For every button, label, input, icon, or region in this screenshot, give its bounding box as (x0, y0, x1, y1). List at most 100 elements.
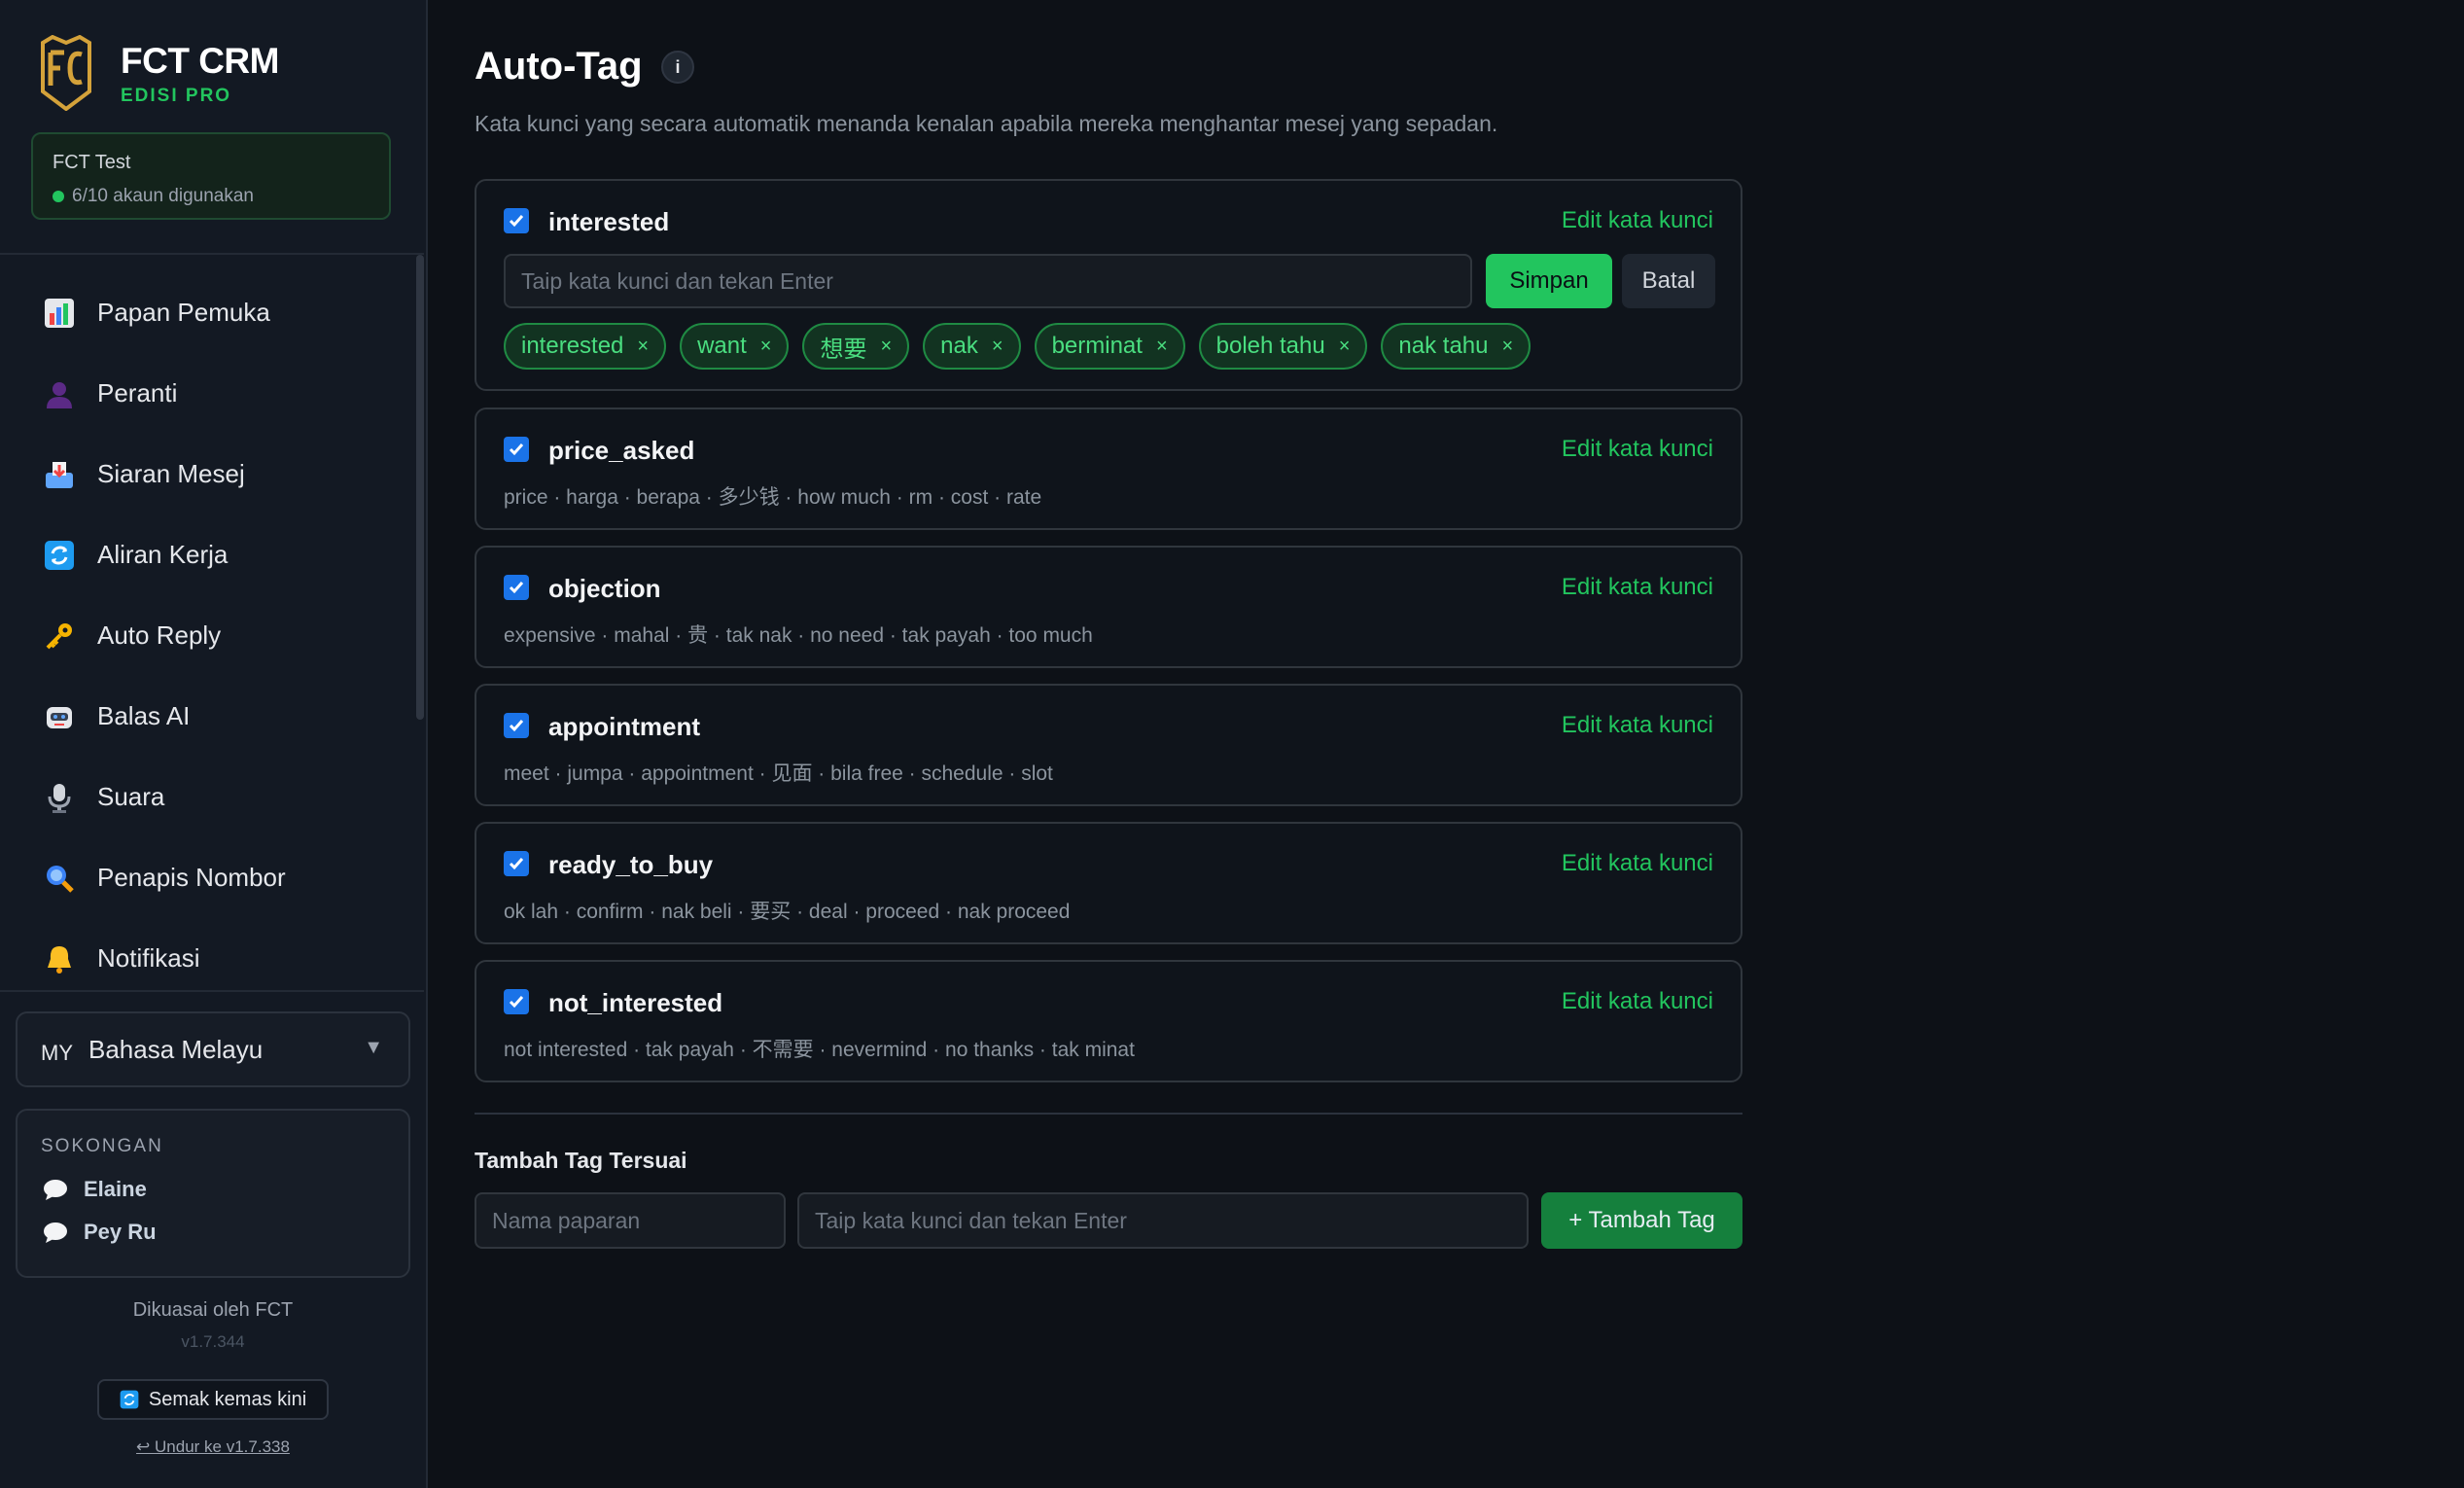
tag-enabled-checkbox[interactable] (504, 437, 529, 462)
tag-name: not_interested (548, 988, 723, 1017)
sidebar-item-aliran-kerja[interactable]: Aliran Kerja (0, 514, 418, 595)
tag-enabled-checkbox[interactable] (504, 575, 529, 600)
chevron-down-icon: ▼ (364, 1037, 383, 1058)
keyword-chip: interested × (504, 323, 667, 370)
support-contact-pey-ru[interactable]: Pey Ru (43, 1220, 157, 1245)
remove-chip-icon[interactable]: × (760, 336, 772, 358)
sidebar-item-penapis-nombor[interactable]: Penapis Nombor (0, 837, 418, 918)
robot-icon (43, 700, 76, 733)
keyword-chip-label: nak (940, 333, 978, 359)
brand-name: FCT CRM (121, 41, 279, 81)
remove-chip-icon[interactable]: × (1502, 336, 1514, 358)
tag-keywords: ok lah · confirm · nak beli · 要买 · deal … (504, 901, 1071, 923)
display-name-input[interactable] (475, 1192, 786, 1249)
support-box: SOKONGAN Elaine Pey Ru (16, 1109, 410, 1278)
tag-enabled-checkbox[interactable] (504, 851, 529, 876)
add-tag-button[interactable]: + Tambah Tag (1541, 1192, 1742, 1249)
cancel-button[interactable]: Batal (1622, 254, 1715, 308)
brand-edition: EDISI PRO (121, 86, 232, 106)
account-usage: 6/10 akaun digunakan (53, 186, 254, 207)
checkmark-icon (509, 582, 524, 594)
language-select[interactable]: MY Bahasa Melayu ▼ (16, 1011, 410, 1087)
keyword-chip-label: boleh tahu (1215, 333, 1325, 359)
edit-keywords-link[interactable]: Edit kata kunci (1562, 436, 1713, 463)
refresh-arrows-icon (43, 539, 76, 572)
checkmark-icon (509, 858, 524, 870)
rollback-link[interactable]: ↩ Undur ke v1.7.338 (0, 1437, 426, 1457)
custom-tag-title: Tambah Tag Tersuai (475, 1148, 687, 1173)
sidebar-item-label: Peranti (97, 378, 178, 407)
chat-bubble-icon (44, 1222, 67, 1243)
edit-keywords-link[interactable]: Edit kata kunci (1562, 207, 1713, 234)
key-icon (43, 620, 76, 653)
tag-enabled-checkbox[interactable] (504, 989, 529, 1014)
tag-keywords: expensive · mahal · 贵 · tak nak · no nee… (504, 624, 1093, 647)
tag-keywords: meet · jumpa · appointment · 见面 · bila f… (504, 762, 1053, 785)
account-name: FCT Test (53, 152, 131, 173)
edit-keywords-link[interactable]: Edit kata kunci (1562, 988, 1713, 1015)
edit-keywords-link[interactable]: Edit kata kunci (1562, 712, 1713, 739)
tag-card-not-interested: not_interested Edit kata kunci not inter… (475, 960, 1742, 1082)
account-box[interactable]: FCT Test 6/10 akaun digunakan (31, 132, 391, 220)
remove-chip-icon[interactable]: × (1156, 336, 1168, 358)
language-name: Bahasa Melayu (88, 1034, 264, 1064)
sidebar-item-label: Penapis Nombor (97, 863, 286, 892)
sidebar-item-siaran-mesej[interactable]: Siaran Mesej (0, 434, 418, 514)
page-subtitle: Kata kunci yang secara automatik menanda… (475, 111, 1498, 136)
powered-by: Dikuasai oleh FCT (132, 1299, 294, 1321)
status-dot-icon (53, 191, 64, 202)
sidebar-item-label: Balas AI (97, 701, 191, 730)
sidebar-item-suara[interactable]: Suara (0, 757, 418, 837)
tag-name: ready_to_buy (548, 850, 714, 879)
sidebar-item-papan-pemuka[interactable]: Papan Pemuka (0, 272, 418, 353)
sidebar-item-peranti[interactable]: Peranti (0, 353, 418, 434)
sidebar-item-label: Papan Pemuka (97, 298, 270, 327)
custom-keyword-input[interactable] (797, 1192, 1529, 1249)
edit-keywords-link[interactable]: Edit kata kunci (1562, 850, 1713, 877)
checkmark-icon (509, 720, 524, 732)
bar-chart-icon (43, 297, 76, 330)
tag-keywords: not interested · tak payah · 不需要 · never… (504, 1039, 1135, 1061)
tag-enabled-checkbox[interactable] (504, 208, 529, 233)
sidebar-item-label: Aliran Kerja (97, 540, 229, 569)
language-code: MY (41, 1041, 73, 1065)
user-silhouette-icon (43, 377, 76, 410)
support-contact-name: Elaine (84, 1177, 147, 1201)
sidebar-nav: Papan Pemuka Peranti Siaran Mesej Aliran… (0, 272, 418, 999)
remove-chip-icon[interactable]: × (880, 336, 892, 358)
keyword-chip: berminat × (1034, 323, 1185, 370)
remove-chip-icon[interactable]: × (1339, 336, 1351, 358)
keyword-chip-label: 想要 (820, 336, 867, 363)
sidebar-item-notifikasi[interactable]: Notifikasi (0, 918, 418, 999)
refresh-arrows-icon (120, 1390, 139, 1409)
info-icon[interactable]: i (661, 51, 694, 84)
tag-enabled-checkbox[interactable] (504, 713, 529, 738)
sidebar-item-auto-reply[interactable]: Auto Reply (0, 595, 418, 676)
keyword-chip: boleh tahu × (1198, 323, 1368, 370)
tag-name: objection (548, 574, 661, 603)
keyword-chip: nak tahu × (1381, 323, 1531, 370)
microphone-icon (43, 781, 76, 814)
edit-keywords-link[interactable]: Edit kata kunci (1562, 574, 1713, 601)
divider (475, 1113, 1742, 1115)
keyword-chip: 想要 × (802, 323, 910, 370)
remove-chip-icon[interactable]: × (992, 336, 1003, 358)
sidebar-item-balas-ai[interactable]: Balas AI (0, 676, 418, 757)
checkmark-icon (509, 996, 524, 1009)
keyword-chip-label: interested (521, 333, 624, 359)
support-title: SOKONGAN (41, 1136, 163, 1156)
divider (0, 990, 424, 992)
app-version: v1.7.344 (181, 1332, 245, 1351)
keyword-chip-label: berminat (1051, 333, 1143, 359)
save-button[interactable]: Simpan (1486, 254, 1612, 308)
support-contact-elaine[interactable]: Elaine (43, 1177, 147, 1202)
sidebar-scrollbar[interactable] (416, 255, 424, 720)
remove-chip-icon[interactable]: × (637, 336, 649, 358)
check-update-button[interactable]: Semak kemas kini (97, 1379, 329, 1420)
check-update-label: Semak kemas kini (148, 1388, 307, 1410)
keyword-input[interactable] (504, 254, 1472, 308)
sidebar-item-label: Siaran Mesej (97, 459, 245, 488)
sidebar-item-label: Auto Reply (97, 620, 222, 650)
tag-card-price-asked: price_asked Edit kata kunci price · harg… (475, 407, 1742, 530)
divider (0, 253, 424, 255)
